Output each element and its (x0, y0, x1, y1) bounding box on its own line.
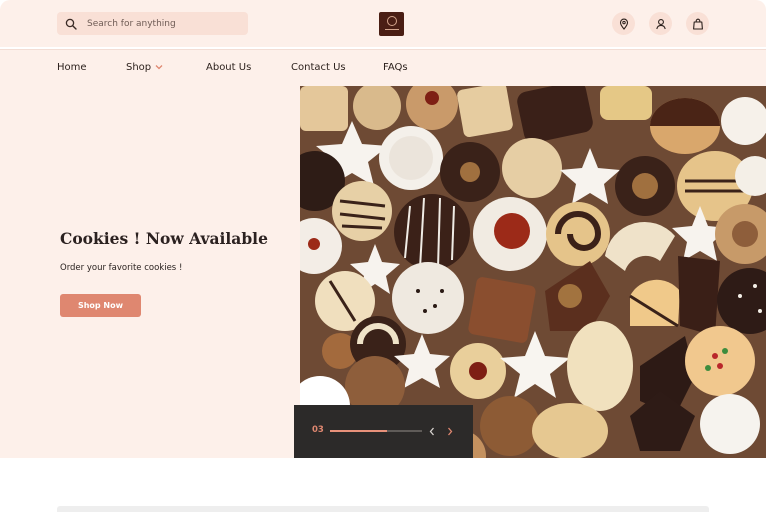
nav-item-faqs[interactable]: FAQs (383, 50, 408, 86)
brand-logo[interactable] (379, 12, 404, 36)
account-button[interactable] (649, 12, 672, 35)
slide-number: 03 (312, 425, 324, 435)
nav-item-contact[interactable]: Contact Us (291, 50, 346, 86)
page: Home Shop About Us Contact Us FAQs Cooki… (0, 0, 766, 512)
search-input[interactable] (87, 18, 237, 29)
user-icon (655, 18, 666, 29)
slide-progress-fill (330, 430, 388, 432)
nav-item-label: FAQs (383, 62, 408, 73)
chevron-down-icon (155, 65, 163, 70)
cart-button[interactable] (686, 12, 709, 35)
nav-item-label: Home (57, 62, 87, 73)
top-header (0, 0, 766, 47)
chevron-right-icon (448, 427, 453, 435)
hero-cookies-image (300, 86, 766, 458)
nav-item-label: Contact Us (291, 62, 346, 73)
chevron-left-icon (429, 427, 434, 435)
prev-slide-button[interactable] (426, 424, 438, 438)
search-icon (65, 18, 77, 30)
next-slide-button[interactable] (444, 424, 456, 438)
shopping-bag-icon (692, 18, 703, 30)
nav-item-label: Shop (126, 62, 152, 73)
location-pin-icon (619, 18, 628, 30)
nav-item-about[interactable]: About Us (206, 50, 251, 86)
slide-progress-track (330, 430, 422, 432)
main-nav: Home Shop About Us Contact Us FAQs (0, 49, 766, 87)
hero-title: Cookies ! Now Available (60, 229, 268, 248)
hero-slider-controls: 03 (294, 405, 473, 458)
nav-item-shop[interactable]: Shop (126, 50, 163, 86)
search-bar[interactable] (57, 12, 248, 35)
location-button[interactable] (612, 12, 635, 35)
nav-item-label: About Us (206, 62, 252, 73)
shop-now-button[interactable]: Shop Now (60, 294, 141, 317)
nav-item-home[interactable]: Home (57, 50, 87, 86)
next-section-edge (57, 506, 709, 512)
hero-subtitle: Order your favorite cookies ! (60, 263, 183, 273)
